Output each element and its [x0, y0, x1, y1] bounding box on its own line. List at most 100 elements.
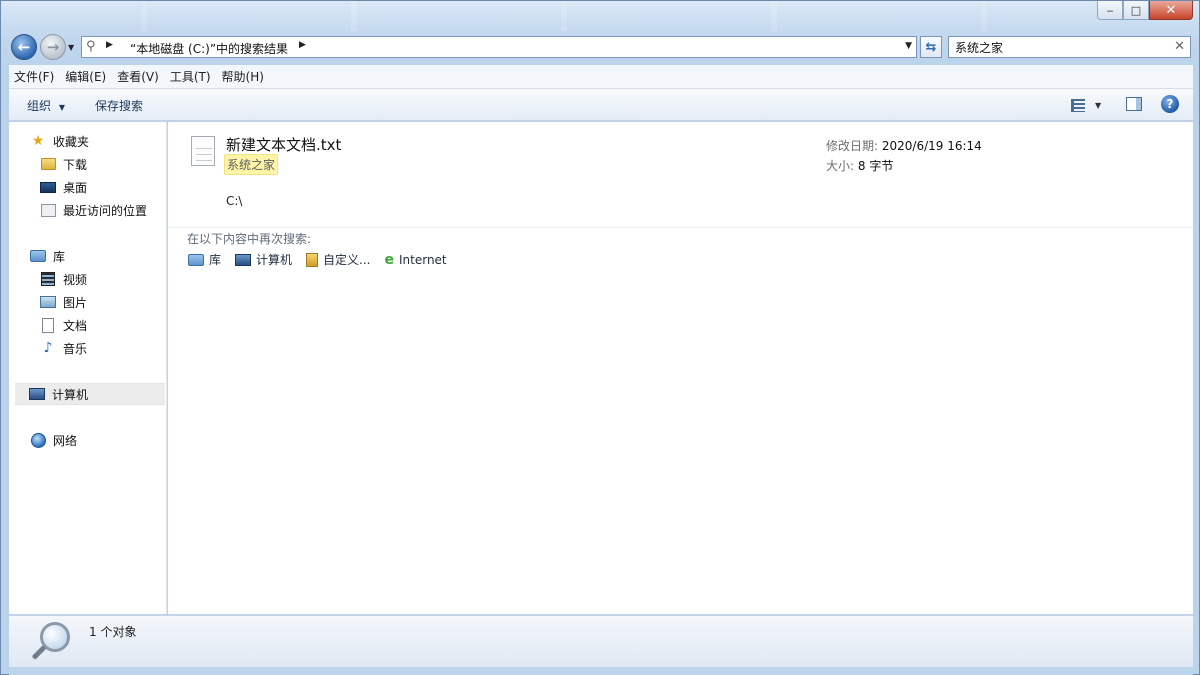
- refresh-button[interactable]: ⇆: [920, 36, 942, 58]
- nav-item-computer[interactable]: 计算机: [15, 383, 165, 405]
- star-icon: ★: [31, 133, 45, 149]
- nav-label-downloads: 下载: [63, 157, 88, 172]
- address-dropdown-icon[interactable]: ▼: [905, 41, 912, 51]
- navigation-pane: ★ 收藏夹 下载 桌面 最近访问的位置 库 视频 图片 文档 ♪ 音乐 计算机 …: [9, 122, 167, 614]
- search-again-libraries-label: 库: [209, 253, 222, 267]
- nav-label-videos: 视频: [63, 272, 88, 287]
- menu-edit[interactable]: 编辑(E): [60, 68, 111, 85]
- clear-search-icon[interactable]: ✕: [1174, 39, 1185, 54]
- nav-item-recent-places[interactable]: 最近访问的位置: [39, 199, 147, 221]
- nav-item-libraries[interactable]: 库: [29, 245, 65, 267]
- back-arrow-icon: ←: [17, 38, 31, 56]
- size-value: 8 字节: [857, 159, 894, 173]
- close-button[interactable]: ✕: [1149, 1, 1193, 20]
- breadcrumb-search-results[interactable]: “本地磁盘 (C:)”中的搜索结果: [130, 40, 288, 57]
- nav-item-downloads[interactable]: 下载: [39, 153, 87, 175]
- recent-places-icon: [39, 202, 57, 218]
- breadcrumb-separator-icon[interactable]: ▶: [106, 40, 113, 50]
- magnifier-icon: [31, 620, 71, 664]
- item-count: 1 个对象: [89, 625, 137, 639]
- text-file-icon: [191, 136, 215, 166]
- address-bar[interactable]: ⚲ ▶ “本地磁盘 (C:)”中的搜索结果 ▶ ▼: [81, 36, 917, 58]
- pictures-icon: [39, 294, 57, 310]
- nav-label-favorites: 收藏夹: [53, 134, 90, 149]
- menu-help[interactable]: 帮助(H): [217, 68, 269, 85]
- search-again-custom[interactable]: 自定义...: [306, 251, 370, 268]
- view-dropdown-icon[interactable]: ▼: [1095, 101, 1101, 110]
- nav-item-favorites[interactable]: ★ 收藏夹: [29, 130, 89, 152]
- close-icon: ✕: [1165, 2, 1177, 18]
- forward-arrow-icon: →: [46, 38, 60, 56]
- documents-icon: [39, 317, 57, 333]
- address-row: ← → ▼ ⚲ ▶ “本地磁盘 (C:)”中的搜索结果 ▶ ▼ ⇆ ✕: [9, 33, 1191, 61]
- window-bottom-border: [9, 667, 1193, 675]
- details-pane: 1 个对象: [9, 615, 1193, 667]
- organize-dropdown-icon: ▼: [58, 103, 65, 112]
- search-result-item[interactable]: 新建文本文档.txt 系统之家 C:\ 修改日期: 2020/6/19 16:1…: [168, 122, 1193, 228]
- nav-item-desktop[interactable]: 桌面: [39, 176, 87, 198]
- computer-icon: [235, 253, 252, 266]
- size-label: 大小:: [826, 159, 855, 173]
- nav-label-network: 网络: [53, 433, 78, 448]
- title-bar[interactable]: ‒ □ ✕: [1, 1, 1199, 31]
- music-icon: ♪: [43, 340, 53, 356]
- search-again-internet-label: Internet: [398, 252, 447, 267]
- organize-label: 组织: [27, 99, 52, 113]
- nav-label-libraries: 库: [53, 249, 66, 264]
- help-icon[interactable]: ?: [1161, 95, 1179, 113]
- nav-item-documents[interactable]: 文档: [39, 314, 87, 336]
- breadcrumb-chevron-icon[interactable]: ▶: [299, 40, 306, 50]
- search-again-label: 在以下内容中再次搜索:: [187, 232, 312, 246]
- save-search-button[interactable]: 保存搜索: [95, 97, 143, 114]
- view-details-icon: [1071, 98, 1085, 112]
- modified-date-value: 2020/6/19 16:14: [881, 139, 982, 153]
- internet-explorer-icon: e: [384, 251, 394, 268]
- forward-button[interactable]: →: [40, 34, 66, 60]
- help-label: ?: [1166, 97, 1174, 111]
- search-input[interactable]: [949, 37, 1169, 57]
- change-view-button[interactable]: ▼: [1071, 96, 1107, 114]
- recent-pages-dropdown-icon[interactable]: ▼: [68, 43, 74, 52]
- result-file-path: C:\: [226, 194, 243, 208]
- desktop-icon: [39, 179, 57, 195]
- minimize-icon: ‒: [1106, 3, 1114, 17]
- computer-icon: [28, 386, 46, 402]
- nav-item-network[interactable]: 网络: [29, 429, 77, 451]
- results-pane: 新建文本文档.txt 系统之家 C:\ 修改日期: 2020/6/19 16:1…: [168, 122, 1193, 614]
- window-controls: ‒ □ ✕: [1097, 1, 1193, 20]
- downloads-folder-icon: [39, 156, 57, 172]
- nav-label-pictures: 图片: [63, 295, 88, 310]
- result-file-name: 新建文本文档.txt: [226, 136, 342, 154]
- nav-label-computer: 计算机: [52, 387, 89, 402]
- search-box: ✕: [948, 36, 1191, 58]
- search-again-computer-label: 计算机: [256, 253, 293, 267]
- nav-label-desktop: 桌面: [63, 180, 88, 195]
- search-again-libraries[interactable]: 库: [188, 251, 221, 268]
- menu-file[interactable]: 文件(F): [9, 68, 59, 85]
- menu-view[interactable]: 查看(V): [112, 68, 164, 85]
- search-location-icon: ⚲: [86, 39, 96, 54]
- nav-item-music[interactable]: ♪ 音乐: [39, 337, 87, 359]
- menu-bar: 文件(F) 编辑(E) 查看(V) 工具(T) 帮助(H): [9, 65, 1193, 89]
- minimize-button[interactable]: ‒: [1097, 1, 1123, 20]
- nav-label-music: 音乐: [63, 341, 88, 356]
- result-metadata: 修改日期: 2020/6/19 16:14 大小: 8 字节: [826, 136, 982, 176]
- maximize-button[interactable]: □: [1123, 1, 1149, 20]
- back-button[interactable]: ←: [11, 34, 37, 60]
- network-icon: [29, 432, 47, 448]
- nav-label-documents: 文档: [63, 318, 88, 333]
- search-again-internet[interactable]: e Internet: [384, 252, 446, 268]
- search-again-computer[interactable]: 计算机: [235, 251, 292, 268]
- nav-item-pictures[interactable]: 图片: [39, 291, 87, 313]
- menu-tools[interactable]: 工具(T): [165, 68, 216, 85]
- libraries-icon: [29, 248, 47, 264]
- refresh-icon: ⇆: [925, 39, 937, 55]
- preview-pane-icon[interactable]: [1126, 97, 1142, 111]
- nav-item-videos[interactable]: 视频: [39, 268, 87, 290]
- nav-label-recent: 最近访问的位置: [63, 203, 148, 218]
- organize-button[interactable]: 组织 ▼: [27, 97, 65, 114]
- command-bar: 组织 ▼ 保存搜索 ▼ ?: [9, 89, 1193, 121]
- modified-date-label: 修改日期:: [826, 139, 879, 153]
- search-again-custom-label: 自定义...: [323, 253, 371, 267]
- videos-icon: [39, 271, 57, 287]
